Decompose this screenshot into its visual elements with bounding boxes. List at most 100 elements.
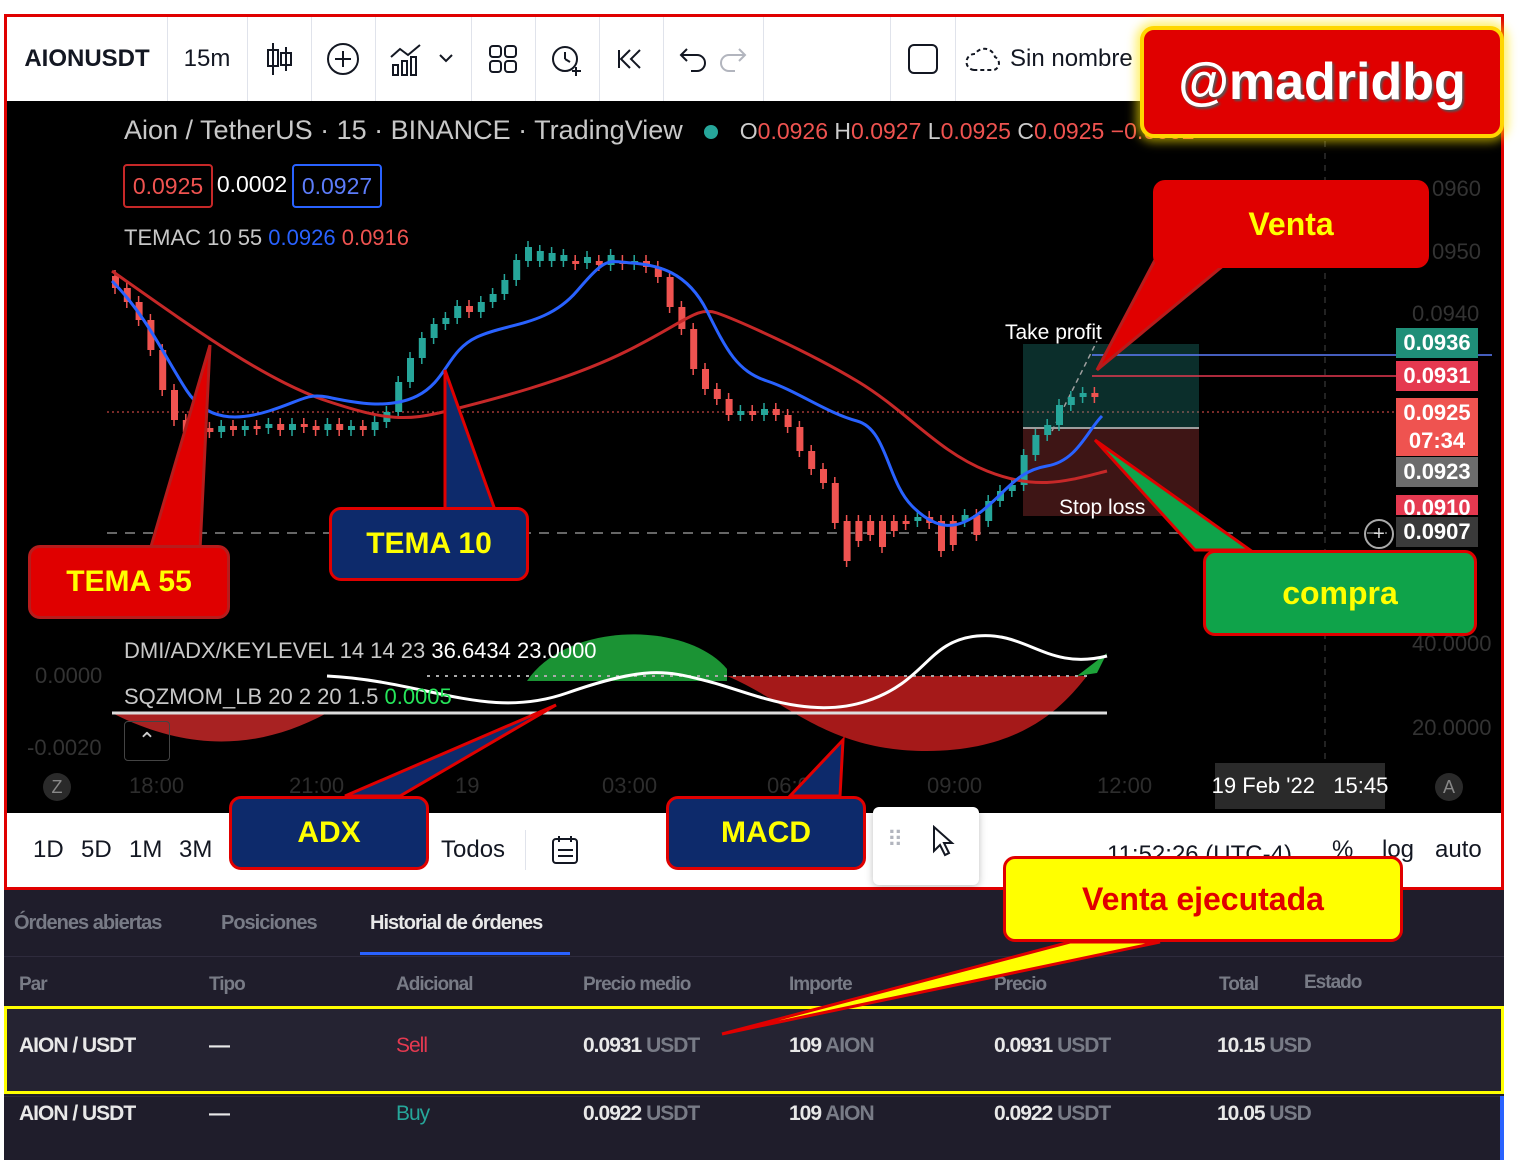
candle bbox=[1091, 393, 1099, 397]
adx-callout: ADX bbox=[229, 796, 429, 870]
candle bbox=[336, 424, 344, 430]
candle bbox=[501, 280, 509, 294]
add-alert-plus-icon[interactable]: + bbox=[1364, 519, 1394, 549]
candle bbox=[737, 411, 745, 415]
drag-handle-icon[interactable]: ⠿ bbox=[887, 827, 903, 853]
row-avg-unit: USDT bbox=[646, 1102, 700, 1125]
candle bbox=[265, 424, 273, 428]
dmi-value-2: 23.0000 bbox=[517, 638, 597, 663]
range-1d[interactable]: 1D bbox=[33, 813, 64, 887]
cursor-arrow-icon[interactable] bbox=[931, 825, 957, 857]
row-amount: 109 bbox=[789, 1102, 822, 1125]
layout-grid-icon[interactable] bbox=[471, 17, 536, 101]
candle bbox=[442, 318, 450, 324]
stop-loss-label: Stop loss bbox=[1059, 496, 1146, 519]
replay-icon[interactable] bbox=[599, 17, 664, 101]
temac-legend[interactable]: TEMAC 10 55 0.0926 0.0916 bbox=[124, 225, 409, 251]
candle bbox=[890, 521, 898, 531]
tab-order-history[interactable]: Historial de órdenes bbox=[370, 912, 543, 935]
candle bbox=[300, 424, 308, 427]
price-label-sell: 0.0931 bbox=[1396, 361, 1478, 391]
row-total: 10.05 bbox=[1217, 1102, 1266, 1125]
price-label-sl: 0.0910 bbox=[1396, 495, 1478, 515]
price-label-tp: 0.0936 bbox=[1396, 328, 1478, 358]
candle bbox=[914, 517, 922, 521]
time-tick: 19 bbox=[455, 773, 480, 798]
range-all[interactable]: Todos bbox=[441, 813, 505, 887]
candle bbox=[702, 369, 709, 389]
axis-label: 0.0000 bbox=[35, 663, 103, 688]
divider bbox=[4, 1096, 1504, 1097]
candle bbox=[772, 409, 780, 415]
tema10-line bbox=[110, 260, 1104, 527]
chart-title: Aion / TetherUS · 15 · BINANCE · Trading… bbox=[124, 115, 683, 145]
fullscreen-icon[interactable] bbox=[890, 17, 956, 101]
candle bbox=[430, 324, 438, 338]
take-profit-zone[interactable] bbox=[1023, 344, 1199, 428]
candle bbox=[808, 451, 816, 469]
layout-name: Sin nombre bbox=[1010, 45, 1133, 72]
divider bbox=[525, 830, 526, 870]
row-total-unit: USD bbox=[1269, 1034, 1311, 1057]
candle bbox=[796, 427, 804, 451]
scrollbar[interactable] bbox=[1500, 1096, 1504, 1160]
axis-label: 0950 bbox=[1432, 239, 1481, 264]
tema10-callout: TEMA 10 bbox=[329, 507, 529, 581]
row-amount: 109 bbox=[789, 1034, 822, 1057]
buy-price-box[interactable]: 0.0927 bbox=[292, 164, 382, 208]
temac-value-2: 0.0916 bbox=[341, 225, 410, 250]
layout-name-button[interactable]: Sin nombre bbox=[954, 17, 1150, 101]
candle bbox=[395, 382, 403, 412]
zoom-button[interactable]: Z bbox=[43, 773, 71, 801]
candle bbox=[194, 428, 202, 432]
row-price: 0.0922 bbox=[994, 1102, 1053, 1125]
candle bbox=[241, 426, 249, 430]
col-status: Estado bbox=[1304, 972, 1362, 993]
sell-price-box[interactable]: 0.0925 bbox=[123, 164, 213, 208]
candle bbox=[761, 409, 768, 415]
ohlc-open: 0.0926 bbox=[757, 118, 829, 144]
candle bbox=[879, 521, 886, 547]
tab-open-orders[interactable]: Órdenes abiertas bbox=[14, 912, 162, 935]
add-indicator-icon[interactable] bbox=[311, 17, 376, 101]
crosshair-date-label: 19 Feb '22 15:45 bbox=[1212, 763, 1388, 809]
candle bbox=[855, 521, 863, 541]
candle bbox=[407, 358, 414, 382]
candle bbox=[182, 420, 190, 432]
row-avg-price: 0.0922 bbox=[583, 1102, 642, 1125]
auto-scale-button[interactable]: A bbox=[1435, 773, 1463, 801]
auto-toggle[interactable]: auto bbox=[1435, 813, 1482, 887]
indicators-icon[interactable] bbox=[375, 17, 472, 101]
tema55-callout: TEMA 55 bbox=[28, 545, 230, 619]
row-pair: AION / USDT bbox=[19, 1102, 136, 1125]
candle bbox=[902, 521, 910, 524]
compare-ranges-icon[interactable] bbox=[551, 813, 581, 887]
undo-icon[interactable] bbox=[673, 45, 753, 73]
range-1m[interactable]: 1M bbox=[129, 813, 162, 887]
time-tick: 12:00 bbox=[1097, 773, 1153, 798]
time-tick: 18:00 bbox=[129, 773, 185, 798]
collapse-pane-button[interactable]: ⌃ bbox=[124, 721, 170, 761]
range-5d[interactable]: 5D bbox=[81, 813, 112, 887]
tab-positions[interactable]: Posiciones bbox=[221, 912, 318, 935]
row-amount-unit: AION bbox=[825, 1102, 874, 1125]
candle bbox=[489, 294, 497, 302]
sqzmom-legend[interactable]: SQZMOM_LB 20 2 20 1.5 0.0005 bbox=[124, 684, 452, 710]
col-avg-price: Precio medio bbox=[583, 974, 691, 995]
col-type: Tipo bbox=[209, 974, 246, 995]
interval-button[interactable]: 15m bbox=[167, 17, 248, 101]
symbol-search[interactable]: AIONUSDT bbox=[7, 17, 168, 101]
candle bbox=[253, 426, 261, 429]
axis-label: 20.0000 bbox=[1412, 715, 1492, 740]
time-tick: 03:00 bbox=[602, 773, 658, 798]
dmi-legend[interactable]: DMI/ADX/KEYLEVEL 14 14 23 36.6434 23.000… bbox=[124, 638, 597, 664]
take-profit-label: Take profit bbox=[1005, 321, 1102, 344]
candles-icon[interactable] bbox=[247, 17, 312, 101]
alert-clock-icon[interactable] bbox=[535, 17, 600, 101]
price-label-entry: 0.0923 bbox=[1396, 457, 1478, 487]
range-3m[interactable]: 3M bbox=[179, 813, 212, 887]
row-type: — bbox=[209, 1034, 230, 1057]
candle bbox=[324, 424, 332, 430]
ohlc-high: 0.0927 bbox=[851, 118, 922, 144]
candle bbox=[418, 338, 426, 358]
